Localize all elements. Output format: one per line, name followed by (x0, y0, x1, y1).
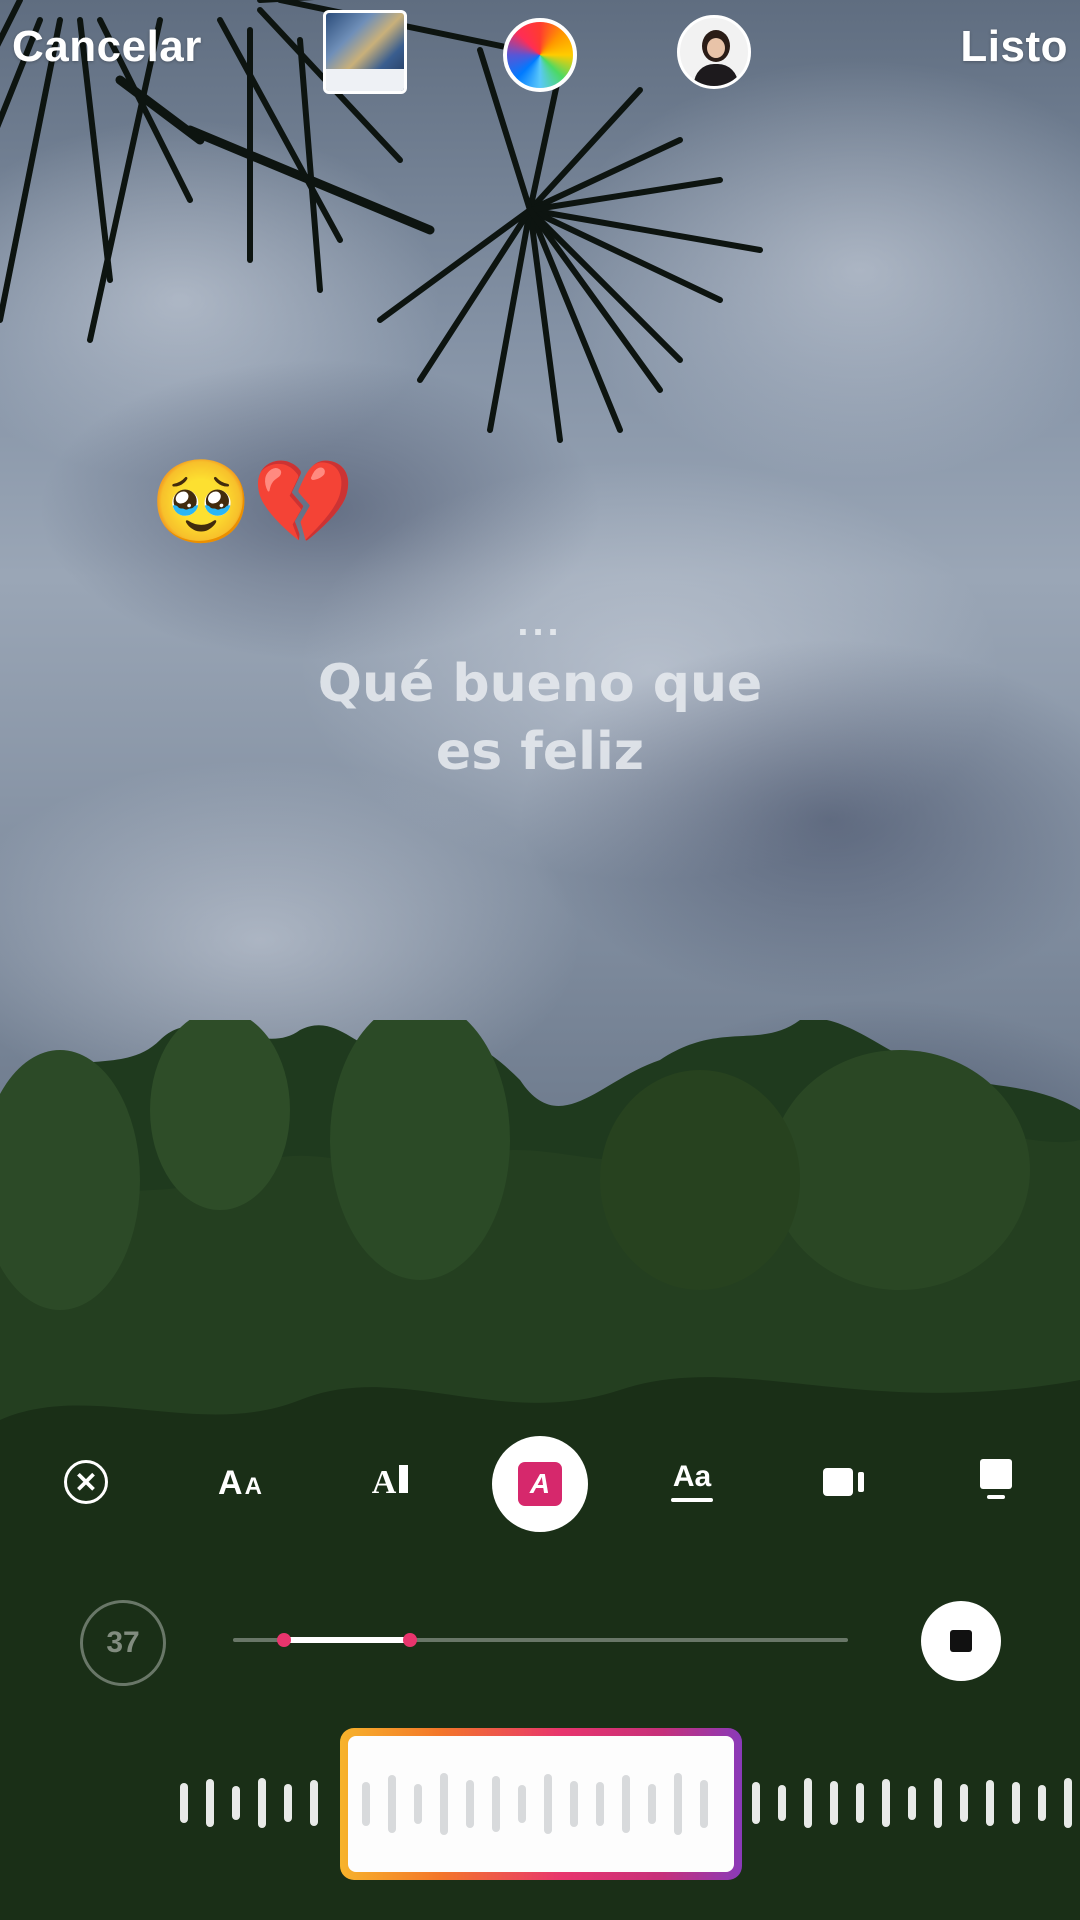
done-button[interactable]: Listo (960, 22, 1068, 72)
clip-start-marker[interactable] (277, 1633, 291, 1647)
avatar-body (694, 64, 738, 86)
waveform-bar (908, 1786, 916, 1820)
waveform-bar (622, 1775, 630, 1833)
waveform-bar (388, 1775, 396, 1833)
album-cover-caption-band (326, 69, 404, 91)
emoji-sticker-broken-heart[interactable]: 💔 (252, 462, 354, 544)
clip-end-marker[interactable] (403, 1633, 417, 1647)
waveform-bar (1064, 1778, 1072, 1828)
waveform-bar (414, 1784, 422, 1824)
waveform-bar (804, 1778, 812, 1828)
close-icon: ✕ (74, 1466, 98, 1498)
cancel-button[interactable]: Cancelar (12, 22, 202, 72)
lyrics-style-album-button[interactable] (976, 1454, 1016, 1504)
waveform-bar (648, 1784, 656, 1824)
waveform-bar (752, 1782, 760, 1824)
waveform-bar (830, 1781, 838, 1825)
song-progress-scrubber[interactable] (233, 1633, 848, 1647)
album-tile-icon (980, 1459, 1012, 1489)
color-wheel-icon[interactable] (503, 18, 577, 92)
waveform-bar (284, 1784, 292, 1822)
waveform-bar (518, 1785, 526, 1823)
waveform-bar (960, 1784, 968, 1822)
waveform-bar (466, 1780, 474, 1828)
card-icon (822, 1468, 853, 1496)
waveform-bar (362, 1782, 370, 1826)
clip-duration-button[interactable]: 37 (80, 1600, 166, 1686)
text-cursor-icon: A (372, 1464, 409, 1502)
waveform-bar (674, 1773, 682, 1835)
waveform-bar (1012, 1782, 1020, 1824)
lyrics-previous-dots: ... (517, 600, 563, 644)
avatar[interactable] (677, 15, 751, 89)
lyrics-style-card-button[interactable] (818, 1462, 868, 1502)
waveform-bar (778, 1785, 786, 1821)
lyrics-line: Qué bueno que (317, 654, 763, 714)
lyrics-style-cursor-button[interactable]: A (360, 1458, 420, 1508)
waveform-bar (882, 1779, 890, 1827)
waveform-bar (1038, 1785, 1046, 1821)
clip-waveform (348, 1736, 734, 1872)
lyrics-sticker[interactable]: Qué bueno que es feliz (0, 650, 1080, 786)
waveform-bar (492, 1776, 500, 1832)
waveform-bar (544, 1774, 552, 1834)
waveform-bar (440, 1773, 448, 1835)
stop-button[interactable] (921, 1601, 1001, 1681)
story-editor: Cancelar Listo 🥹 💔 ... Qué bueno que es … (0, 0, 1080, 1920)
waveform-bar (934, 1778, 942, 1828)
lyrics-style-highlight-button-selected[interactable]: A (492, 1436, 588, 1532)
waveform-bar (596, 1782, 604, 1826)
lyrics-style-karaoke-button[interactable]: Aa (662, 1454, 722, 1508)
waveform-bar (258, 1778, 266, 1828)
waveform-bar (570, 1781, 578, 1827)
waveform-bar (856, 1783, 864, 1823)
album-cover-thumbnail[interactable] (323, 10, 407, 94)
underline-text-icon: Aa (672, 1460, 712, 1493)
waveform-bar (986, 1780, 994, 1826)
lyrics-line: es feliz (435, 722, 645, 782)
clip-selection-window[interactable] (340, 1728, 742, 1880)
waveform-bar (310, 1780, 318, 1826)
highlight-text-icon: A (518, 1462, 562, 1506)
lyrics-style-toolbar: ✕ AA A A Aa (0, 1432, 1080, 1532)
emoji-sticker-pleading[interactable]: 🥹 (150, 462, 252, 544)
avatar-face (707, 38, 725, 58)
lyrics-style-typewriter-button[interactable]: AA (205, 1458, 275, 1508)
stop-icon (950, 1630, 972, 1652)
remove-lyrics-button[interactable]: ✕ (64, 1460, 108, 1504)
text-style-icon: AA (218, 1463, 262, 1502)
waveform-bar (180, 1783, 188, 1823)
waveform-bar (232, 1786, 240, 1820)
selected-clip-range (283, 1637, 410, 1643)
waveform-bar (206, 1779, 214, 1827)
waveform-bar (700, 1780, 708, 1828)
